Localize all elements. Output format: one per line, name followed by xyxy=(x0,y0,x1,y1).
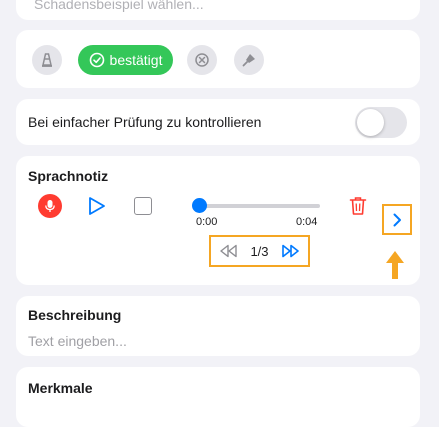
status-selector-card: bestätigt xyxy=(16,30,420,88)
example-select-placeholder: Schadensbeispiel wählen... xyxy=(34,0,204,12)
playback-thumb[interactable] xyxy=(192,198,207,213)
description-input[interactable]: Text eingeben... xyxy=(28,333,127,349)
time-current: 0:00 xyxy=(196,216,217,228)
microphone-icon xyxy=(44,199,56,213)
arrow-up-icon xyxy=(385,250,405,280)
voice-note-card: Sprachnotiz 0:00 0:04 1/3 xyxy=(16,156,420,285)
time-total: 0:04 xyxy=(296,216,317,228)
example-select-card[interactable]: Schadensbeispiel wählen... xyxy=(16,0,420,20)
fast-forward-icon[interactable] xyxy=(280,244,300,258)
traits-card: Merkmale xyxy=(16,367,420,427)
note-pager: 1/3 xyxy=(209,235,310,267)
voice-note-title: Sprachnotiz xyxy=(28,168,108,184)
x-circle-icon[interactable] xyxy=(187,45,217,75)
traffic-cone-icon[interactable] xyxy=(32,45,62,75)
simple-check-toggle-card: Bei einfacher Prüfung zu kontrollieren xyxy=(16,99,420,145)
playback-track[interactable] xyxy=(199,204,320,208)
chevron-right-icon xyxy=(392,213,402,227)
rewind-icon[interactable] xyxy=(219,244,239,258)
simple-check-label: Bei einfacher Prüfung zu kontrollieren xyxy=(28,114,261,130)
simple-check-toggle[interactable] xyxy=(355,107,407,138)
play-icon[interactable] xyxy=(88,196,106,216)
check-circle-icon xyxy=(89,52,105,68)
pager-indicator: 1/3 xyxy=(250,244,268,259)
description-title: Beschreibung xyxy=(28,307,121,323)
trash-icon[interactable] xyxy=(349,196,367,216)
next-note-button[interactable] xyxy=(382,204,412,235)
record-button[interactable] xyxy=(38,194,62,218)
trowel-icon[interactable] xyxy=(234,45,264,75)
toggle-knob xyxy=(357,109,384,136)
status-confirmed-label: bestätigt xyxy=(110,52,163,68)
status-confirmed-button[interactable]: bestätigt xyxy=(78,45,173,75)
traits-title: Merkmale xyxy=(28,380,93,396)
description-card: Beschreibung Text eingeben... xyxy=(16,296,420,356)
stop-button[interactable] xyxy=(134,197,152,215)
